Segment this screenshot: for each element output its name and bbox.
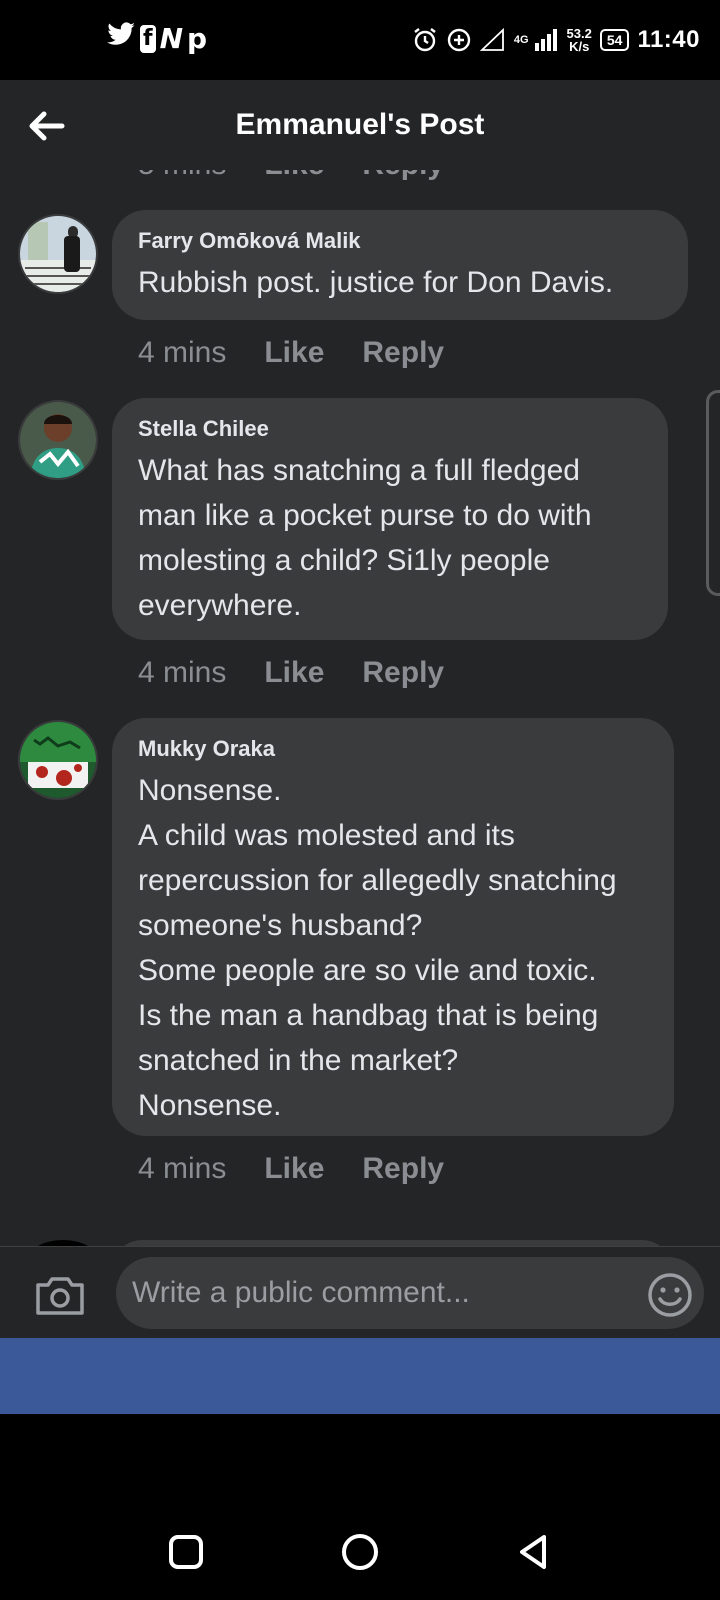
brand-banner bbox=[0, 1338, 720, 1414]
comment-input[interactable] bbox=[116, 1257, 704, 1329]
comment-author[interactable]: Mukky Oraka bbox=[138, 736, 648, 762]
like-button[interactable]: Like bbox=[264, 170, 324, 182]
navigation-bar bbox=[0, 1414, 720, 1600]
comment-time: 4 mins bbox=[138, 336, 227, 369]
network-speed: 53.2 K/s bbox=[567, 27, 592, 53]
reply-button[interactable]: Reply bbox=[362, 170, 444, 182]
twitter-icon bbox=[106, 22, 136, 55]
comment-actions: 4 mins Like Reply bbox=[138, 1152, 444, 1186]
status-bar: f N p 4G 53.2 K/s 54 11:40 bbox=[0, 0, 720, 80]
comments-list[interactable]: 5 mins Like Reply Farry Omōková Malik Ru… bbox=[0, 170, 720, 1246]
like-button[interactable]: Like bbox=[264, 656, 324, 690]
battery-indicator: 54 bbox=[599, 29, 630, 51]
reply-button[interactable]: Reply bbox=[362, 336, 444, 370]
avatar[interactable] bbox=[18, 720, 98, 800]
comment-time: 4 mins bbox=[138, 1152, 227, 1185]
comment-bubble[interactable]: Stella Chilee What has snatching a full … bbox=[112, 398, 668, 640]
camera-icon[interactable] bbox=[34, 1273, 86, 1317]
comment-actions: 4 mins Like Reply bbox=[138, 336, 444, 370]
nairaland-icon: N bbox=[159, 21, 184, 55]
speed-unit: K/s bbox=[569, 39, 590, 54]
previous-comment-meta: 5 mins Like Reply bbox=[138, 170, 444, 182]
reply-button[interactable]: Reply bbox=[362, 656, 444, 690]
comment-time: 5 mins bbox=[138, 170, 226, 182]
app-bar: Emmanuel's Post bbox=[0, 80, 720, 170]
reply-button[interactable]: Reply bbox=[362, 1152, 444, 1186]
comment-actions: 4 mins Like Reply bbox=[138, 656, 444, 690]
comment-composer bbox=[0, 1246, 720, 1339]
signal-empty-icon bbox=[479, 27, 504, 51]
facebook-icon: f bbox=[140, 24, 156, 53]
comment-text: Rubbish post. justice for Don Davis. bbox=[138, 266, 614, 299]
recents-icon[interactable] bbox=[166, 1532, 206, 1572]
comment-author[interactable]: Stella Chilee bbox=[138, 416, 642, 442]
network-type: 4G bbox=[513, 33, 529, 46]
comment-bubble[interactable]: Mukky Oraka Nonsense. A child was molest… bbox=[112, 718, 674, 1136]
avatar[interactable] bbox=[18, 214, 98, 294]
emoji-icon[interactable] bbox=[646, 1271, 694, 1319]
comment-author[interactable]: Farry Omōková Malik bbox=[138, 228, 662, 254]
p-app-icon: p bbox=[187, 21, 208, 55]
like-button[interactable]: Like bbox=[264, 336, 324, 370]
back-icon[interactable] bbox=[514, 1532, 554, 1572]
signal-icon bbox=[534, 29, 557, 51]
data-saver-icon bbox=[447, 28, 471, 52]
alarm-icon bbox=[414, 28, 436, 52]
avatar[interactable] bbox=[18, 400, 98, 480]
notification-icons: f N p bbox=[106, 22, 207, 55]
system-indicators: 4G 53.2 K/s 54 11:40 bbox=[412, 20, 700, 60]
comment-text: What has snatching a full fledged man li… bbox=[138, 454, 600, 622]
like-button[interactable]: Like bbox=[264, 1152, 324, 1186]
comment-time: 4 mins bbox=[138, 656, 227, 689]
comment-text: Nonsense. A child was molested and its r… bbox=[138, 774, 617, 1122]
home-icon[interactable] bbox=[340, 1532, 380, 1572]
comment-bubble[interactable]: Farry Omōková Malik Rubbish post. justic… bbox=[112, 210, 688, 320]
page-title: Emmanuel's Post bbox=[235, 108, 485, 141]
clock: 11:40 bbox=[637, 26, 700, 53]
scrollbar-thumb[interactable] bbox=[706, 390, 720, 596]
